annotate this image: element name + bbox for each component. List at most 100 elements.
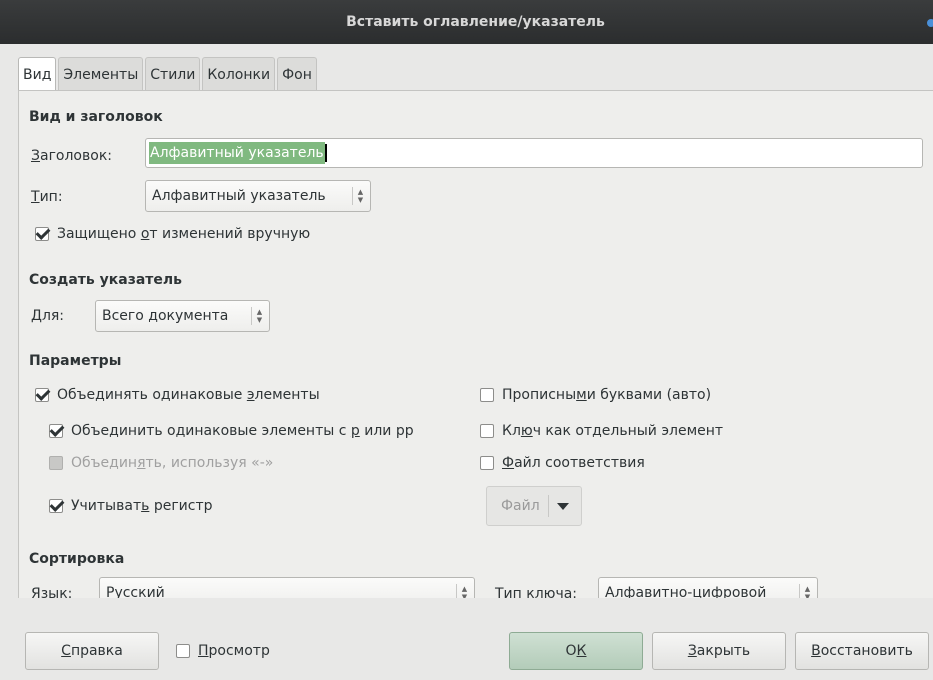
heading-label: Заголовок: [31, 148, 112, 164]
section-type-title: Вид и заголовок [29, 109, 163, 125]
reset-button-mnemonic: В [811, 643, 821, 659]
window-title: Вставить оглавление/указатель [346, 14, 605, 30]
for-label-text: ля: [41, 308, 65, 324]
tab-background[interactable]: Фон [277, 57, 317, 91]
protected-label: Защищено от изменений вручную [57, 226, 310, 242]
combine-dash-mnemonic: я [137, 455, 146, 471]
combine-dash-checkbox: Объединять, используя «-» [49, 455, 273, 471]
checkbox-unchecked-icon [176, 644, 190, 658]
tab-columns[interactable]: Колонки [202, 57, 276, 91]
concordance-file-post: айл соответствия [514, 455, 645, 471]
keys-separate-checkbox[interactable]: Ключ как отдельный элемент [480, 423, 723, 439]
protected-label-post: т изменений вручную [149, 226, 311, 242]
combine-identical-checkbox[interactable]: Объединять одинаковые элементы [35, 387, 320, 403]
keys-separate-label: Ключ как отдельный элемент [502, 423, 723, 439]
combine-p-label: Объединить одинаковые элементы с р или р… [71, 423, 414, 439]
keys-separate-post: ч как отдельный элемент [532, 423, 724, 439]
case-sensitive-checkbox[interactable]: Учитывать регистр [49, 498, 213, 514]
keys-separate-pre: Кл [502, 423, 521, 439]
checkbox-unchecked-icon [480, 424, 494, 438]
combine-dash-pre: Объедин [71, 455, 138, 471]
auto-capitalize-label: Прописными буквами (авто) [502, 387, 711, 403]
concordance-file-checkbox[interactable]: Файл соответствия [480, 455, 645, 471]
combine-p-post: или рр [359, 423, 414, 439]
type-combo[interactable]: Алфавитный указатель ▲ ▼ [145, 180, 371, 212]
close-button[interactable]: Закрыть [652, 632, 786, 670]
heading-label-mnemonic: З [31, 148, 40, 164]
checkbox-unchecked-icon [480, 456, 494, 470]
section-sort: Сортировка [29, 551, 125, 567]
window-titlebar[interactable]: Вставить оглавление/указатель [0, 0, 933, 44]
combine-dash-post: ть, используя «-» [145, 455, 274, 471]
heading-input[interactable]: Алфавитный указатель [145, 138, 923, 168]
heading-input-value: Алфавитный указатель [149, 142, 325, 164]
window-status-dot [927, 19, 933, 27]
case-sensitive-label: Учитывать регистр [71, 498, 213, 514]
for-combo[interactable]: Всего документа ▲ ▼ [95, 300, 270, 332]
tab-panel-view: Вид и заголовок Заголовок: Алфавитный ук… [18, 90, 933, 598]
tab-styles[interactable]: Стили [145, 57, 201, 91]
spin-arrows-icon: ▲ ▼ [799, 584, 811, 598]
auto-capitalize-mnemonic: м [576, 387, 587, 403]
preview-label-mnemonic: П [198, 643, 209, 659]
ok-button-mnemonic: К [576, 643, 587, 659]
text-caret [324, 144, 327, 162]
checkbox-unchecked-icon [480, 388, 494, 402]
combine-p-mnemonic: р [350, 423, 360, 439]
dropdown-arrow-icon [556, 502, 569, 510]
spin-arrows-icon: ▲ ▼ [251, 307, 263, 325]
checkbox-checked-icon [35, 388, 49, 402]
close-button-text: акрыть [696, 643, 751, 659]
tab-entries[interactable]: Элементы [58, 57, 144, 91]
ok-button[interactable]: ОК [509, 632, 643, 670]
type-label: Тип: [31, 189, 63, 205]
ok-button-text: О [565, 643, 577, 659]
combine-p-checkbox[interactable]: Объединить одинаковые элементы с р или р… [49, 423, 414, 439]
language-combo[interactable]: Русский ▲ ▼ [99, 577, 475, 598]
section-options: Параметры [29, 353, 122, 369]
concordance-file-mnemonic: Ф [502, 455, 515, 471]
for-combo-value: Всего документа [102, 308, 229, 324]
preview-label: Просмотр [198, 643, 270, 659]
language-combo-value: Русский [106, 585, 165, 598]
combine-identical-label: Объединять одинаковые элементы [57, 387, 320, 403]
auto-capitalize-pre: Прописны [502, 387, 577, 403]
type-label-mnemonic: Т [31, 189, 40, 205]
case-sensitive-pre: Учитыват [71, 498, 142, 514]
dialog-button-bar: Справка Просмотр ОК Закрыть Восстановить [0, 598, 933, 680]
spin-arrows-icon: ▲ ▼ [352, 187, 364, 205]
help-button[interactable]: Справка [25, 632, 159, 670]
protected-label-pre: Защищено [57, 226, 141, 242]
protected-checkbox[interactable]: Защищено от изменений вручную [35, 226, 310, 242]
keys-separate-mnemonic: ю [520, 423, 533, 439]
checkbox-checked-icon [49, 499, 63, 513]
checkbox-checked-icon [35, 227, 49, 241]
auto-capitalize-checkbox[interactable]: Прописными буквами (авто) [480, 387, 711, 403]
language-label: Язык: [31, 586, 73, 598]
reset-button[interactable]: Восстановить [795, 632, 929, 670]
combine-identical-post: лементы [254, 387, 320, 403]
type-label-text: ип: [39, 189, 63, 205]
close-button-mnemonic: З [687, 643, 697, 659]
auto-capitalize-post: и буквами (авто) [586, 387, 712, 403]
combine-p-pre: Объединить одинаковые элементы с [71, 423, 351, 439]
file-menu-button: Файл [486, 486, 582, 526]
checkbox-checked-icon [49, 424, 63, 438]
combine-identical-mnemonic: э [246, 387, 255, 403]
combine-dash-label: Объединять, используя «-» [71, 455, 273, 471]
file-menu-button-label: Файл [501, 498, 540, 514]
spin-arrows-icon: ▲ ▼ [456, 584, 468, 598]
for-label: Для: [31, 308, 64, 324]
concordance-file-label: Файл соответствия [502, 455, 645, 471]
tab-bar: Вид Элементы Стили Колонки Фон [18, 57, 319, 92]
file-menu-divider [547, 495, 549, 517]
preview-checkbox[interactable]: Просмотр [176, 643, 270, 659]
for-label-mnemonic: Д [31, 308, 42, 324]
help-button-text: правка [70, 643, 123, 659]
checkbox-disabled-icon [49, 456, 63, 470]
key-type-combo-value: Алфавитно-цифровой [605, 585, 767, 598]
combine-identical-pre: Объединять одинаковые [57, 387, 247, 403]
help-button-mnemonic: С [61, 643, 71, 659]
tab-view[interactable]: Вид [18, 57, 57, 92]
key-type-combo[interactable]: Алфавитно-цифровой ▲ ▼ [598, 577, 818, 598]
